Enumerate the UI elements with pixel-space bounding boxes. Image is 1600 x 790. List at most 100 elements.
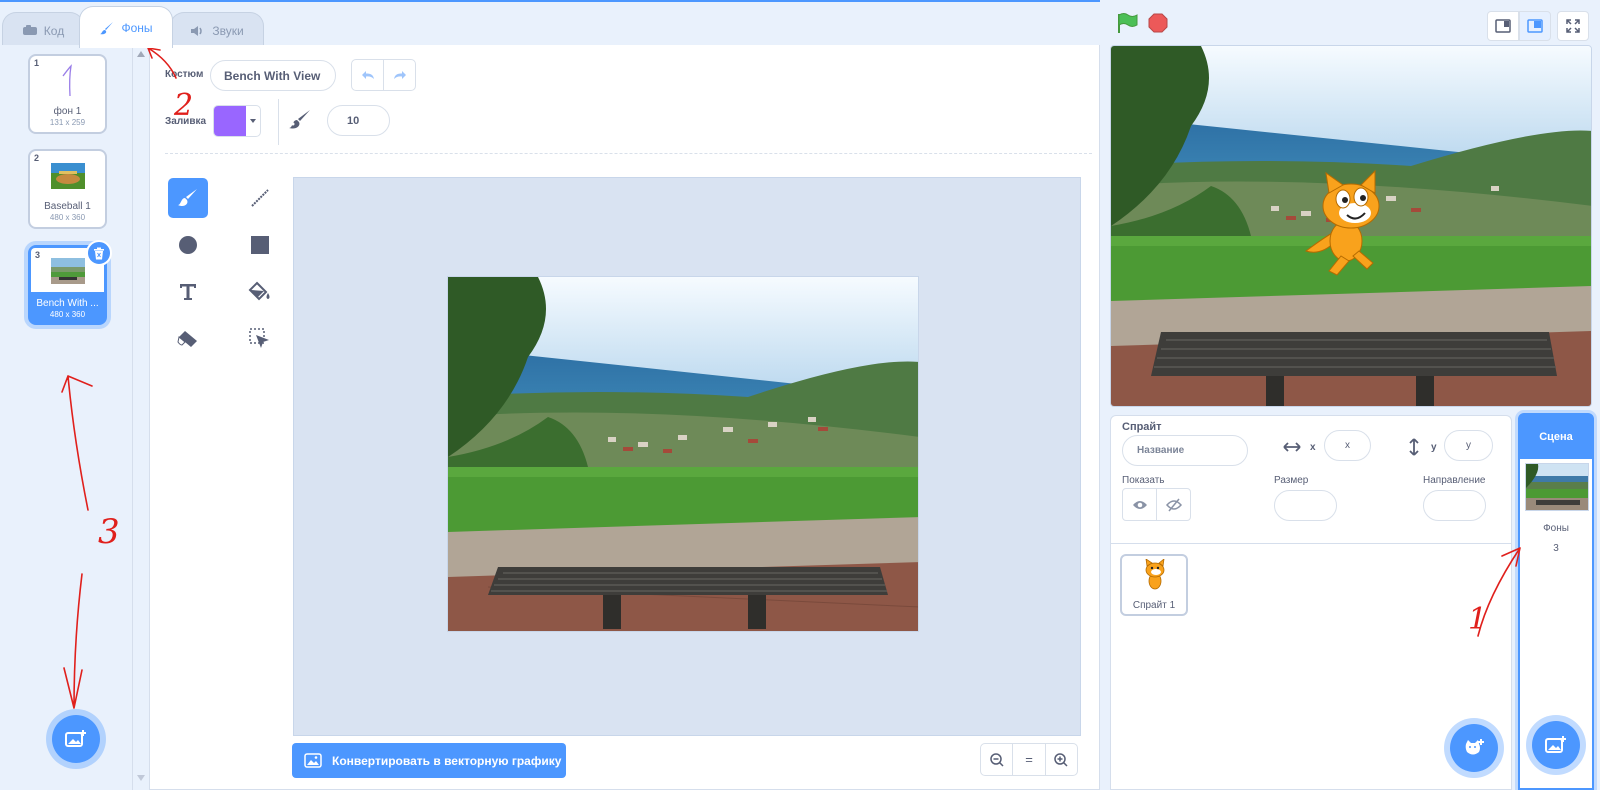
costume-name: фон 1 (53, 106, 82, 117)
large-stage-icon (1527, 19, 1543, 33)
small-stage-icon (1495, 19, 1511, 33)
costume-label: Костюм (165, 69, 204, 80)
y-input[interactable]: y (1444, 430, 1493, 461)
toolbar-divider (278, 99, 279, 145)
tab-backdrops-label: Фоны (121, 20, 153, 35)
add-sprite-icon (1463, 738, 1485, 758)
add-sprite-button[interactable] (1450, 724, 1498, 772)
brush-icon (99, 21, 115, 35)
costume-item-2[interactable]: 2 Baseball 1 480 x 360 (28, 149, 107, 229)
delete-costume-button[interactable] (86, 240, 112, 266)
annotation-number: 2 (174, 88, 194, 123)
costume-thumbnail (50, 163, 85, 189)
rectangle-tool[interactable] (240, 225, 280, 265)
brush-tool-icon (177, 188, 199, 208)
undo-icon (360, 69, 376, 81)
convert-button-label: Конвертировать в векторную графику (332, 753, 562, 768)
zoom-controls: = (980, 743, 1078, 776)
eraser-icon (177, 329, 199, 349)
line-tool[interactable] (240, 178, 280, 218)
eye-slash-icon (1165, 498, 1182, 512)
sprite-info-panel: Спрайт Название x x y y Показать Размер … (1110, 415, 1512, 790)
size-label: Размер (1274, 475, 1309, 486)
select-tool[interactable] (240, 319, 280, 359)
tab-code-label: Код (43, 23, 65, 38)
costume-name-input[interactable]: Bench With View (210, 60, 336, 91)
stop-button[interactable] (1148, 13, 1168, 33)
trash-icon (93, 247, 105, 260)
stage-header (1100, 2, 1600, 45)
fullscreen-button[interactable] (1557, 11, 1589, 41)
undo-button[interactable] (352, 60, 384, 90)
text-tool[interactable] (168, 272, 208, 312)
costume-name: Bench With ... (36, 298, 99, 309)
eye-icon (1132, 500, 1148, 510)
brush-size-input[interactable]: 10 (327, 105, 390, 136)
tab-sounds[interactable]: Звуки (170, 12, 264, 48)
costume-thumbnail (50, 258, 85, 284)
stage-canvas[interactable] (1110, 45, 1592, 407)
backdrops-label: Фоны (1543, 523, 1569, 534)
fullscreen-icon (1566, 19, 1580, 33)
small-stage-button[interactable] (1487, 11, 1519, 41)
brush-tool[interactable] (168, 178, 208, 218)
costume-list-scrollbar[interactable] (134, 45, 148, 790)
costume-size: 480 x 360 (49, 310, 86, 319)
text-icon (178, 282, 198, 302)
show-button[interactable] (1123, 489, 1157, 520)
annotation-number: 3 (98, 512, 120, 552)
stage-selector-header: Сцена (1520, 415, 1592, 459)
eraser-tool[interactable] (168, 319, 208, 359)
costume-size: 480 x 360 (49, 213, 86, 222)
convert-to-vector-button[interactable]: Конвертировать в векторную графику (292, 743, 566, 778)
editor-tab-bar: Код Фоны Звуки (0, 0, 1100, 48)
sprite-thumbnail (1142, 559, 1168, 593)
zoom-out-button[interactable] (981, 744, 1014, 775)
zoom-reset-button[interactable]: = (1013, 744, 1046, 775)
circle-icon (178, 235, 198, 255)
hide-button[interactable] (1157, 489, 1190, 520)
costume-number: 2 (34, 153, 40, 163)
zoom-out-icon (989, 752, 1004, 767)
backdrop-image[interactable] (447, 276, 919, 632)
tab-sounds-label: Звуки (212, 23, 244, 38)
add-backdrop-stage-button[interactable] (1532, 721, 1580, 769)
zoom-in-button[interactable] (1046, 744, 1077, 775)
sprite-name-input[interactable]: Название (1122, 435, 1248, 466)
speaker-icon (190, 25, 206, 37)
stop-icon (1148, 13, 1168, 33)
tab-code[interactable]: Код (2, 12, 84, 48)
tab-backdrops[interactable]: Фоны (79, 6, 173, 48)
add-image-icon (65, 729, 87, 749)
green-flag-button[interactable] (1116, 12, 1138, 34)
code-icon (22, 24, 38, 37)
zoom-in-icon (1054, 752, 1068, 767)
horizontal-arrows-icon (1283, 442, 1301, 452)
costume-size: 131 x 259 (49, 118, 86, 127)
sprite-tile[interactable]: Спрайт 1 (1120, 554, 1188, 616)
select-cursor-icon (249, 328, 271, 350)
x-input[interactable]: x (1324, 430, 1371, 461)
fill-tool[interactable] (240, 272, 280, 312)
sprite-title: Спрайт (1122, 421, 1162, 433)
paint-bucket-icon (248, 281, 272, 303)
costume-item-3-selected[interactable]: 3 Bench With ... 480 x 360 (28, 240, 112, 325)
fill-color-picker[interactable] (213, 105, 261, 137)
normal-stage-button[interactable] (1519, 11, 1551, 41)
toolbar-separator (165, 153, 1092, 154)
costume-list: 1 фон 1 131 x 259 2 Baseball 1 480 x 360… (0, 45, 133, 790)
image-icon (304, 753, 322, 768)
add-backdrop-button[interactable] (52, 715, 100, 763)
x-label: x (1310, 442, 1316, 453)
add-image-icon (1545, 735, 1567, 755)
size-input[interactable] (1274, 490, 1337, 521)
redo-button[interactable] (384, 60, 415, 90)
circle-tool[interactable] (168, 225, 208, 265)
stage-selector[interactable]: Сцена Фоны 3 (1518, 413, 1594, 790)
sprite-properties: Спрайт Название x x y y Показать Размер … (1111, 416, 1511, 544)
costume-item-1[interactable]: 1 фон 1 131 x 259 (28, 54, 107, 134)
brush-size-icon (288, 109, 312, 131)
direction-input[interactable] (1423, 490, 1486, 521)
paint-canvas-area[interactable] (293, 177, 1081, 736)
costume-name: Baseball 1 (44, 201, 91, 212)
